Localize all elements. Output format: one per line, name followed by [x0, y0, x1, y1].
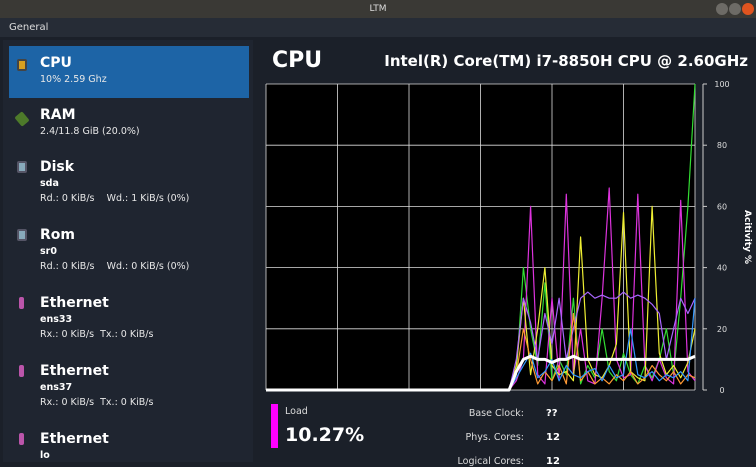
device-name: ens33	[40, 314, 73, 325]
cpu-activity-chart: 0 20 40 60 80 100 Acitivity %	[265, 80, 752, 395]
phys-cores-value: 12	[546, 432, 560, 443]
cpu-icon	[17, 59, 27, 71]
read-rate: Rd.: 0 KiB/s	[40, 261, 95, 272]
ethernet-icon	[19, 365, 24, 377]
y-axis-label: Acitivity %	[742, 210, 752, 264]
base-clock-label: Base Clock:	[468, 408, 524, 419]
rx-rate: Rx.: 0 KiB/s	[40, 397, 95, 408]
load-color-bar	[271, 404, 278, 448]
device-name: lo	[40, 450, 50, 461]
sidebar-item-cpu[interactable]: CPU 10% 2.59 Ghz	[9, 46, 249, 98]
y-tick-label: 20	[717, 325, 727, 334]
rx-rate: Rx.: 0 KiB/s	[40, 329, 95, 340]
sidebar-item-ethernet-lo[interactable]: Ethernet lo	[9, 430, 249, 462]
tx-rate: Tx.: 0 KiB/s	[100, 329, 154, 340]
sidebar-item-ethernet-ens37[interactable]: Ethernet ens37 Rx.: 0 KiB/s Tx.: 0 KiB/s	[9, 362, 249, 426]
ram-icon	[14, 111, 30, 127]
sidebar-item-ram[interactable]: RAM 2.4/11.8 GiB (20.0%)	[9, 106, 249, 156]
close-button[interactable]	[742, 3, 754, 15]
write-rate: Wd.: 0 KiB/s (0%)	[106, 261, 190, 272]
menu-general[interactable]: General	[9, 22, 48, 33]
y-tick-label: 100	[714, 80, 729, 89]
window-title: LTM	[369, 4, 387, 14]
phys-cores-label: Phys. Cores:	[465, 432, 525, 443]
ethernet-icon	[19, 433, 24, 445]
y-tick-label: 0	[719, 386, 724, 395]
item-name: Disk	[40, 159, 75, 175]
item-name: Ethernet	[40, 431, 109, 447]
write-rate: Wd.: 1 KiB/s (0%)	[106, 193, 190, 204]
item-name: Rom	[40, 227, 75, 243]
item-name: RAM	[40, 107, 76, 123]
load-label: Load	[285, 406, 308, 417]
ethernet-icon	[19, 297, 24, 309]
title-bar: LTM	[0, 0, 756, 18]
minimize-button[interactable]	[716, 3, 728, 15]
load-value: 10.27%	[285, 424, 365, 446]
tx-rate: Tx.: 0 KiB/s	[100, 397, 154, 408]
device-name: ens37	[40, 382, 73, 393]
item-name: Ethernet	[40, 363, 109, 379]
y-tick-label: 40	[717, 264, 727, 273]
device-name: sda	[40, 178, 59, 189]
main-panel: 0 20 40 60 80 100 Acitivity % CPU Intel(R) Cor…	[256, 40, 756, 467]
item-detail: 10% 2.59 Ghz	[40, 74, 107, 85]
item-name: Ethernet	[40, 295, 109, 311]
cpu-model: Intel(R) Core(TM) i7-8850H CPU @ 2.60GHz	[384, 52, 748, 70]
sidebar: CPU 10% 2.59 Ghz RAM 2.4/11.8 GiB (20.0%…	[3, 40, 253, 462]
y-tick-label: 60	[717, 202, 727, 211]
disk-icon	[17, 161, 27, 173]
sidebar-item-ethernet-ens33[interactable]: Ethernet ens33 Rx.: 0 KiB/s Tx.: 0 KiB/s	[9, 294, 249, 358]
device-name: sr0	[40, 246, 57, 257]
maximize-button[interactable]	[729, 3, 741, 15]
y-tick-label: 80	[717, 141, 727, 150]
page-title: CPU	[272, 48, 323, 73]
base-clock-value: ??	[546, 408, 558, 419]
sidebar-item-disk[interactable]: Disk sda Rd.: 0 KiB/s Wd.: 1 KiB/s (0%)	[9, 158, 249, 222]
menu-bar: General	[0, 18, 756, 37]
read-rate: Rd.: 0 KiB/s	[40, 193, 95, 204]
item-name: CPU	[40, 55, 72, 71]
item-detail: 2.4/11.8 GiB (20.0%)	[40, 126, 140, 137]
disk-icon	[17, 229, 27, 241]
sidebar-item-rom[interactable]: Rom sr0 Rd.: 0 KiB/s Wd.: 0 KiB/s (0%)	[9, 226, 249, 290]
